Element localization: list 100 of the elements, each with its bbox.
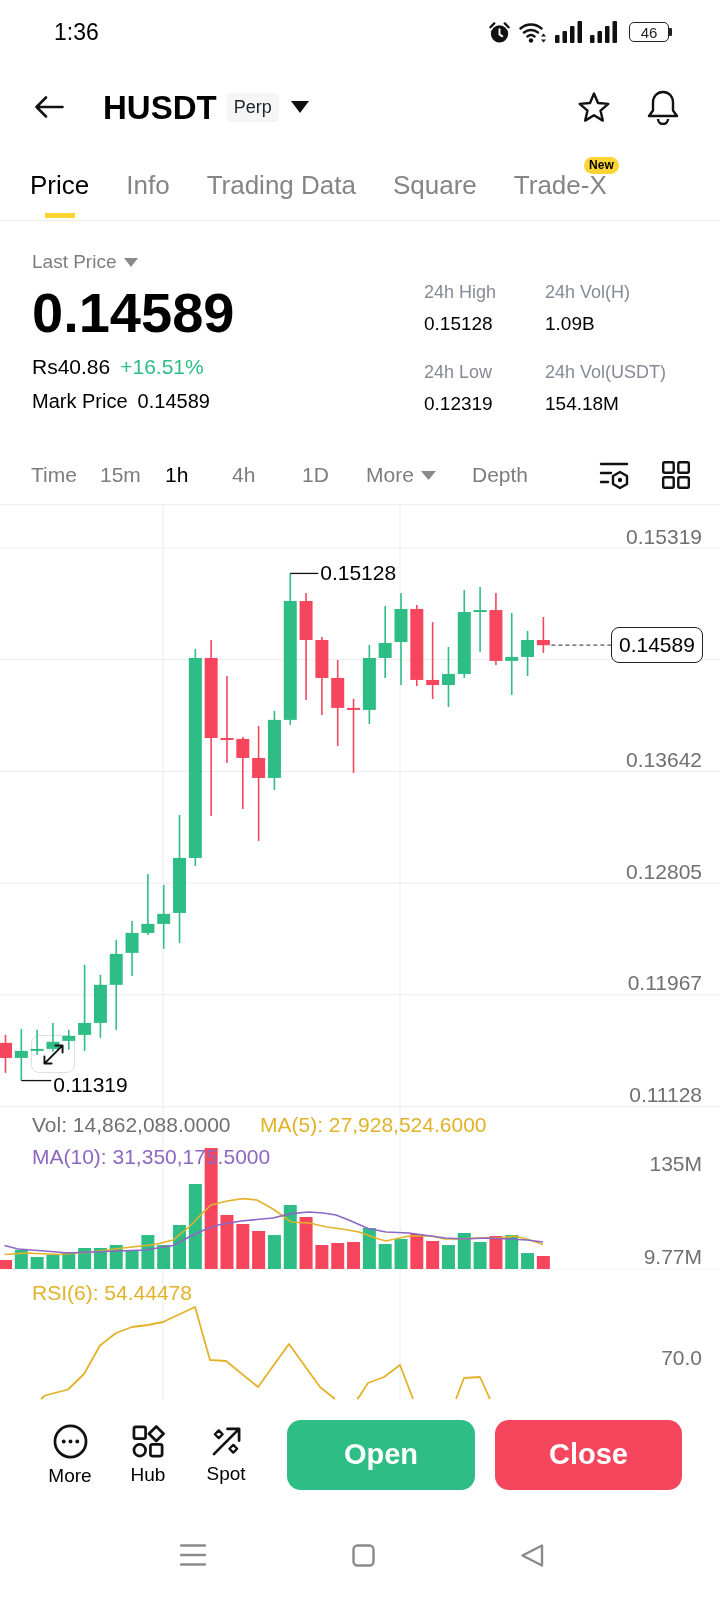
interval-tab[interactable]: More — [366, 459, 436, 491]
price-change: +16.51% — [120, 354, 204, 381]
back-arrow-icon[interactable] — [34, 95, 64, 119]
last-price-label[interactable]: Last Price — [32, 247, 117, 277]
stat-value: 1.09B — [545, 312, 596, 336]
interval-tab[interactable]: 1D — [302, 459, 329, 491]
tab[interactable]: Square — [392, 150, 477, 220]
caret-down-icon[interactable] — [290, 101, 309, 113]
open-button[interactable]: Open — [287, 1420, 475, 1490]
volume-bar — [426, 1241, 440, 1269]
expand-button[interactable] — [31, 1035, 75, 1073]
status-time: 1:36 — [54, 20, 99, 44]
menu-icon[interactable] — [180, 1544, 206, 1566]
stat-label: 24h Vol(H) — [545, 281, 632, 304]
volume-bar — [505, 1235, 519, 1269]
volume-bar — [252, 1231, 266, 1269]
volume-bar — [30, 1257, 44, 1269]
last-price-value: 0.14589 — [32, 286, 236, 340]
tab[interactable]: Price — [30, 150, 90, 220]
volume-bar — [0, 1260, 12, 1269]
candlestick — [62, 1029, 76, 1051]
stat-value: 0.12319 — [424, 392, 494, 416]
axis-label: 0.12805 — [626, 859, 702, 884]
new-badge: New — [584, 157, 619, 174]
volume-bar — [331, 1243, 345, 1269]
stat-label: 24h Low — [424, 361, 494, 384]
symbol-title[interactable]: HUSDT — [103, 90, 217, 124]
volume-bar — [78, 1248, 92, 1269]
leader-line — [289, 572, 319, 575]
volume-bar — [521, 1253, 535, 1269]
axis-label: 135M — [649, 1152, 702, 1176]
contract-type-badge: Perp — [226, 92, 279, 122]
diagonal-arrow-icon — [210, 1425, 242, 1457]
tab[interactable]: Trading Data — [206, 150, 356, 220]
leader-line — [20, 1079, 52, 1082]
candlestick — [157, 884, 171, 950]
alarm-clock-icon — [488, 20, 511, 44]
candlestick — [46, 1022, 60, 1053]
volume-bar — [441, 1245, 455, 1269]
axis-label: 9.77M — [643, 1245, 702, 1269]
candlestick — [93, 974, 107, 1039]
volume-bar — [489, 1236, 503, 1269]
volume-label: Vol: 14,862,088.0000 — [32, 1113, 231, 1137]
price-tag: 0.14589 — [611, 627, 703, 664]
star-icon[interactable] — [577, 90, 611, 124]
candlestick — [0, 1034, 12, 1074]
close-button[interactable]: Close — [495, 1420, 682, 1490]
stat-value: 0.15128 — [424, 312, 494, 336]
candlestick — [14, 1028, 28, 1082]
volume-bar — [315, 1245, 329, 1269]
volume-bar — [14, 1250, 28, 1269]
candlestick — [521, 630, 535, 677]
bell-icon[interactable] — [646, 89, 680, 125]
interval-tab[interactable]: Time — [31, 459, 77, 491]
volume-bar — [536, 1256, 550, 1269]
hub-button[interactable]: Hub — [109, 1424, 187, 1486]
grid-icon[interactable] — [662, 461, 690, 489]
indicator-settings-icon[interactable] — [599, 460, 629, 490]
candlestick — [30, 1029, 44, 1056]
caret-down-icon — [420, 470, 436, 480]
low-price-label: 0.11319 — [53, 1072, 128, 1097]
volume-bar — [157, 1245, 171, 1269]
interval-tab[interactable]: Depth — [472, 459, 529, 491]
volume-bar — [236, 1224, 250, 1269]
interval-tab[interactable]: 1h — [165, 459, 189, 491]
mark-price-label: Mark Price — [32, 389, 128, 414]
interval-tab[interactable]: 4h — [232, 459, 256, 491]
volume-bar — [173, 1225, 186, 1269]
candlestick — [141, 873, 155, 936]
axis-label: 0.15319 — [626, 525, 702, 549]
stat-label: 24h Vol(USDT) — [545, 361, 668, 384]
axis-label: 0.11967 — [627, 971, 702, 996]
shapes-icon — [131, 1424, 165, 1458]
stat-label: 24h High — [424, 281, 498, 304]
battery-indicator: 46 — [629, 22, 672, 42]
spot-button[interactable]: Spot — [187, 1425, 265, 1485]
last-price-line — [550, 644, 612, 646]
expand-icon — [42, 1043, 64, 1065]
volume-bar — [220, 1215, 234, 1269]
volume-bar — [283, 1205, 297, 1269]
candlestick — [536, 616, 550, 654]
volume-bar — [267, 1235, 281, 1269]
volume-bar — [457, 1233, 471, 1269]
stat-value: 154.18M — [545, 392, 620, 416]
volume-bar — [394, 1239, 408, 1269]
interval-tab[interactable]: 15m — [100, 459, 141, 491]
volume-bar — [46, 1255, 60, 1269]
tab[interactable]: Info — [126, 150, 170, 220]
volume-bar — [378, 1244, 392, 1269]
square-icon[interactable] — [352, 1543, 375, 1567]
signal-icon — [590, 21, 617, 43]
more-button[interactable]: More — [31, 1423, 109, 1487]
fiat-price: Rs40.86 — [32, 354, 111, 381]
candlestick — [441, 646, 455, 708]
wifi-icon — [519, 21, 547, 43]
high-price-label: 0.15128 — [320, 561, 397, 586]
more-icon — [52, 1423, 88, 1459]
triangle-back-icon[interactable] — [521, 1543, 544, 1567]
axis-label: 0.11128 — [629, 1083, 702, 1107]
candlestick — [473, 586, 487, 653]
